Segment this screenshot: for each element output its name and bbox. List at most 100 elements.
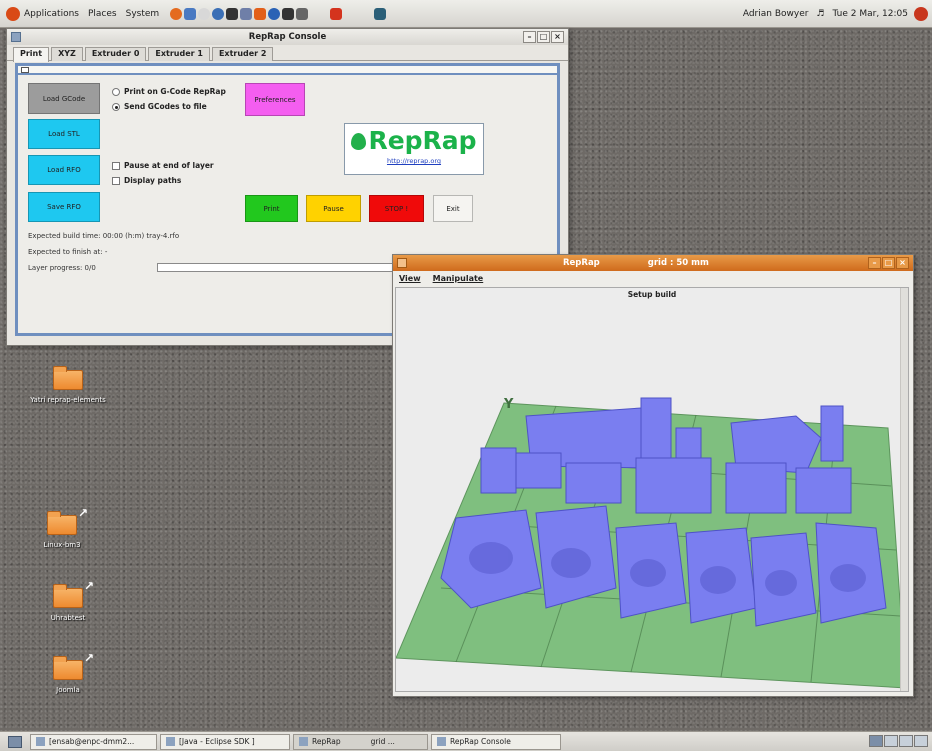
load-rfo-button[interactable]: Load RFO [28,155,100,185]
stop-button[interactable]: STOP ! [369,195,424,222]
workspace-3[interactable] [899,735,913,747]
tab-extruder-2[interactable]: Extruder 2 [211,47,274,61]
display-paths-checkbox[interactable]: Display paths [112,176,181,185]
exit-button[interactable]: Exit [433,195,473,222]
task-terminal[interactable]: [ensab@enpc-dmm2... [30,733,157,750]
panel-menus: Applications Places System [0,6,168,21]
3d-canvas[interactable]: Setup build Y [395,287,909,692]
checkbox-icon [112,176,120,185]
app-square-icon[interactable] [374,7,387,20]
maximize-button[interactable]: □ [537,31,550,43]
show-desktop-icon[interactable] [8,735,22,748]
evolution-icon[interactable] [184,7,197,20]
document-icon [21,67,29,73]
finish-at-text: Expected to finish at: - [28,248,108,256]
flash-icon[interactable] [330,7,343,20]
help-icon[interactable] [198,7,211,20]
radio-icon [112,87,120,96]
print-button[interactable]: Print [245,195,298,222]
task-sublabel: grid ... [370,737,395,746]
reprap-logo: RepRap http://reprap.org [344,123,484,175]
console-title: RepRap Console [248,32,327,42]
inner-frame-titlebar [18,66,557,75]
media-icon[interactable] [254,7,267,20]
pause-button[interactable]: Pause [306,195,361,222]
build-time-text: Expected build time: 00:00 (h:m) tray-4.… [28,232,180,240]
send-to-file-radio[interactable]: Send GCodes to file [112,102,207,111]
radio-label: Send GCodes to file [124,102,207,111]
tab-print[interactable]: Print [13,47,50,62]
link-arrow-icon: ↗ [77,506,88,520]
reprap-url-link[interactable]: http://reprap.org [345,157,483,165]
maximize-button[interactable]: □ [882,257,895,269]
view-title: RepRap [563,258,600,268]
camera-icon[interactable] [282,7,295,20]
workspace-4[interactable] [914,735,928,747]
settings-icon[interactable] [296,7,309,20]
network-icon[interactable] [212,7,225,20]
manipulate-menu[interactable]: Manipulate [433,274,484,283]
window-app-icon[interactable] [11,32,21,42]
minimize-button[interactable]: – [523,31,536,43]
web-icon[interactable] [268,7,281,20]
preferences-button[interactable]: Preferences [245,83,305,116]
pause-end-layer-checkbox[interactable]: Pause at end of layer [112,161,214,170]
minimize-button[interactable]: – [868,257,881,269]
desktop-icon-linux[interactable]: ↗ Linux-bm3 [22,506,102,549]
user-name[interactable]: Adrian Bowyer [743,9,809,19]
eclipse-task-icon [166,737,175,746]
reprap-task-icon [299,737,308,746]
applications-menu[interactable]: Applications [24,9,79,19]
load-gcode-button[interactable]: Load GCode [28,83,100,114]
view-menu[interactable]: View [399,274,421,283]
load-stl-button[interactable]: Load STL [28,119,100,149]
build-scene-svg: Y [396,397,900,689]
desktop-icon-yatri[interactable]: Yatri reprap-elements [28,366,108,404]
system-menu[interactable]: System [126,9,160,19]
workspace-switcher [868,735,928,747]
tab-extruder-1[interactable]: Extruder 1 [148,47,210,61]
firefox-icon[interactable] [170,7,183,20]
window-app-icon[interactable] [397,258,407,268]
terminal-icon[interactable] [226,7,239,20]
reprap-drop-icon [351,132,367,150]
workspace-2[interactable] [884,735,898,747]
canvas-scrollbar[interactable] [900,288,908,691]
task-label: [ensab@enpc-dmm2... [49,737,135,746]
checkbox-label: Display paths [124,176,182,185]
places-menu[interactable]: Places [88,9,117,19]
view-titlebar[interactable]: RepRap grid : 50 mm – □ × [393,255,913,271]
print-on-reprap-radio[interactable]: Print on G-Code RepRap [112,87,226,96]
save-rfo-button[interactable]: Save RFO [28,192,100,222]
editor-icon[interactable] [240,7,253,20]
y-axis-marker: Y [503,397,514,412]
task-reprap[interactable]: RepRap grid ... [293,733,428,750]
link-arrow-icon: ↗ [83,579,94,593]
view-grid-label: grid : 50 mm [647,258,709,268]
logout-icon[interactable] [914,7,928,21]
radio-selected-icon [112,102,120,111]
workspace-1[interactable] [869,735,883,747]
clock[interactable]: Tue 2 Mar, 12:05 [833,9,908,19]
layer-progress-bar [157,263,407,272]
desktop-icon-uhrab[interactable]: ↗ Uhrabtest [28,579,108,622]
panel-launchers [170,7,388,20]
task-label: RepRap Console [450,737,511,746]
view-menubar: View Manipulate [393,271,913,285]
logo-main: RepRap [345,128,483,154]
window-controls: – □ × [522,31,564,43]
task-reprap-console[interactable]: RepRap Console [431,733,561,750]
top-panel: Applications Places System Adrian Bowyer… [0,0,932,28]
desktop-icon-label: Uhrabtest [50,614,86,622]
task-eclipse[interactable]: [Java - Eclipse SDK ] [160,733,290,750]
volume-icon[interactable]: ♬ [816,9,824,19]
desktop-icon-joomla[interactable]: ↗ Joomla [28,651,108,694]
tab-xyz[interactable]: XYZ [51,47,83,61]
folder-link-icon: ↗ [53,579,94,608]
close-button[interactable]: × [896,257,909,269]
checkbox-icon [112,161,120,170]
console-titlebar[interactable]: RepRap Console – □ × [7,29,568,45]
gnome-foot-icon[interactable] [6,6,20,21]
tab-extruder-0[interactable]: Extruder 0 [84,47,147,61]
close-button[interactable]: × [551,31,564,43]
